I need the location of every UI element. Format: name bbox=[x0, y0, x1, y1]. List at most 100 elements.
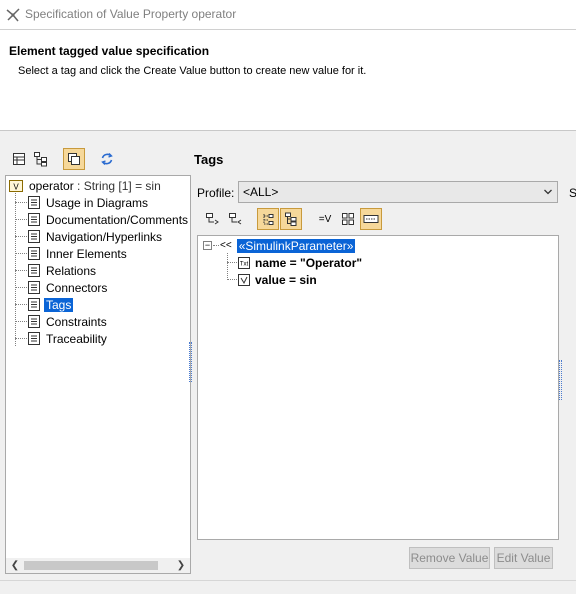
panel-splitter[interactable] bbox=[189, 342, 192, 382]
tree-item-label: Connectors bbox=[46, 280, 108, 295]
collapse-all-icon bbox=[229, 213, 242, 225]
tree-connector bbox=[15, 270, 27, 271]
specification-tree[interactable]: V operator : String [1] = sin Usage in D… bbox=[5, 175, 191, 560]
dialog-header: Element tagged value specification Selec… bbox=[0, 30, 576, 131]
refresh-icon bbox=[101, 153, 113, 165]
value-property-icon: V bbox=[9, 179, 23, 192]
svg-text:V: V bbox=[13, 182, 19, 191]
compact-view-button[interactable] bbox=[360, 208, 382, 230]
profile-dropdown[interactable]: <ALL> bbox=[238, 181, 558, 203]
table-view-icon bbox=[13, 153, 25, 165]
grid-view-button[interactable] bbox=[337, 208, 359, 230]
tree-view-icon bbox=[34, 152, 47, 167]
tree-item-label: Constraints bbox=[46, 314, 107, 329]
tags-toolbar: =V bbox=[200, 207, 440, 231]
tree-item-connectors[interactable]: Connectors bbox=[28, 279, 109, 296]
scrollbar-thumb[interactable] bbox=[24, 561, 158, 570]
document-icon bbox=[28, 281, 40, 294]
stereotype-icon: << bbox=[220, 240, 232, 251]
show-tags-button[interactable] bbox=[257, 208, 279, 230]
tree-view-button[interactable] bbox=[30, 148, 52, 170]
tree-connector bbox=[15, 287, 27, 288]
tag-value-name[interactable]: Txt name = "Operator" bbox=[238, 254, 362, 271]
tree-root-operator[interactable]: V operator : String [1] = sin bbox=[9, 177, 163, 194]
stereotype-label: «SimulinkParameter» bbox=[236, 238, 356, 253]
tree-item-tags[interactable]: Tags bbox=[28, 296, 74, 313]
tree-connector bbox=[15, 219, 27, 220]
right-panel-splitter[interactable] bbox=[559, 360, 562, 400]
root-type: : String [1] = sin bbox=[73, 178, 161, 193]
tree-item-constraints[interactable]: Constraints bbox=[28, 313, 109, 330]
profile-label: Profile: bbox=[197, 186, 235, 200]
compact-view-icon bbox=[363, 215, 379, 223]
tree-item-label: Traceability bbox=[46, 331, 107, 346]
tree-connector bbox=[15, 338, 27, 339]
left-toolbar bbox=[0, 145, 192, 173]
profile-dropdown-value: <ALL> bbox=[243, 185, 279, 199]
app-logo-icon bbox=[6, 8, 20, 22]
document-icon bbox=[28, 298, 40, 311]
tree-item-relations[interactable]: Relations bbox=[28, 262, 98, 279]
refresh-button[interactable] bbox=[96, 148, 118, 170]
title-bar: Specification of Value Property operator bbox=[0, 0, 576, 30]
remove-value-button[interactable]: Remove Value bbox=[409, 547, 490, 569]
tree-item-label: Navigation/Hyperlinks bbox=[46, 229, 163, 244]
collapse-toggle-icon[interactable]: − bbox=[203, 241, 212, 250]
document-icon bbox=[28, 196, 40, 209]
collapse-all-button[interactable] bbox=[225, 208, 247, 230]
tree-connector bbox=[227, 262, 237, 263]
document-icon bbox=[28, 264, 40, 277]
chevron-down-icon bbox=[544, 189, 552, 195]
tree-item-documentation-comments[interactable]: Documentation/Comments bbox=[28, 211, 190, 228]
tree-connector bbox=[213, 245, 219, 246]
expand-all-icon bbox=[206, 213, 219, 225]
document-icon bbox=[28, 230, 40, 243]
tree-item-label: Usage in Diagrams bbox=[46, 195, 149, 210]
copy-button[interactable] bbox=[63, 148, 85, 170]
tree-connector bbox=[15, 202, 27, 203]
document-icon bbox=[28, 247, 40, 260]
tree-item-label: Tags bbox=[44, 297, 74, 312]
tree-connector bbox=[15, 253, 27, 254]
tag-value-label: value = sin bbox=[255, 272, 317, 287]
bottom-divider bbox=[0, 580, 576, 581]
tree-item-inner-elements[interactable]: Inner Elements bbox=[28, 245, 129, 262]
window-title: Specification of Value Property operator bbox=[25, 7, 237, 21]
stereotype-node[interactable]: << «SimulinkParameter» bbox=[220, 237, 356, 254]
text-tag-icon: Txt bbox=[238, 256, 250, 269]
grid-icon bbox=[342, 213, 354, 225]
edit-value-button[interactable]: Edit Value bbox=[494, 547, 553, 569]
tree-connector bbox=[227, 279, 237, 280]
tag-list-icon bbox=[263, 214, 274, 225]
tree-item-traceability[interactable]: Traceability bbox=[28, 330, 109, 347]
clipped-label: S bbox=[569, 186, 576, 200]
root-name: operator bbox=[29, 178, 74, 193]
tree-item-label: Documentation/Comments bbox=[46, 212, 189, 227]
header-title: Element tagged value specification bbox=[9, 44, 210, 58]
expand-all-button[interactable] bbox=[202, 208, 224, 230]
scroll-right-arrow-icon[interactable]: ❯ bbox=[175, 560, 187, 572]
tree-horizontal-scrollbar[interactable]: ❮ ❯ bbox=[5, 558, 191, 574]
tree-item-usage-in-diagrams[interactable]: Usage in Diagrams bbox=[28, 194, 150, 211]
tree-connector bbox=[15, 304, 27, 305]
scroll-left-arrow-icon[interactable]: ❮ bbox=[9, 560, 21, 572]
tree-item-navigation-hyperlinks[interactable]: Navigation/Hyperlinks bbox=[28, 228, 164, 245]
header-description: Select a tag and click the Create Value … bbox=[18, 65, 367, 77]
tree-item-label: Relations bbox=[46, 263, 97, 278]
tree-connector bbox=[15, 236, 27, 237]
show-hierarchy-button[interactable] bbox=[280, 208, 302, 230]
filter-values-label: =V bbox=[318, 213, 332, 225]
document-icon bbox=[28, 332, 40, 345]
tag-value-value[interactable]: value = sin bbox=[238, 271, 317, 288]
document-icon bbox=[28, 213, 40, 226]
filter-values-button[interactable]: =V bbox=[314, 208, 336, 230]
svg-text:Txt: Txt bbox=[240, 261, 249, 267]
tree-item-label: Inner Elements bbox=[46, 246, 127, 261]
document-icon bbox=[28, 315, 40, 328]
hierarchy-icon bbox=[285, 212, 297, 226]
value-tag-icon bbox=[238, 273, 250, 286]
copy-icon bbox=[68, 153, 80, 165]
table-view-button[interactable] bbox=[8, 148, 30, 170]
tag-values-tree[interactable]: − << «SimulinkParameter» Txt name = "Ope… bbox=[197, 235, 559, 540]
tree-root-label: operator : String [1] = sin bbox=[27, 179, 163, 193]
